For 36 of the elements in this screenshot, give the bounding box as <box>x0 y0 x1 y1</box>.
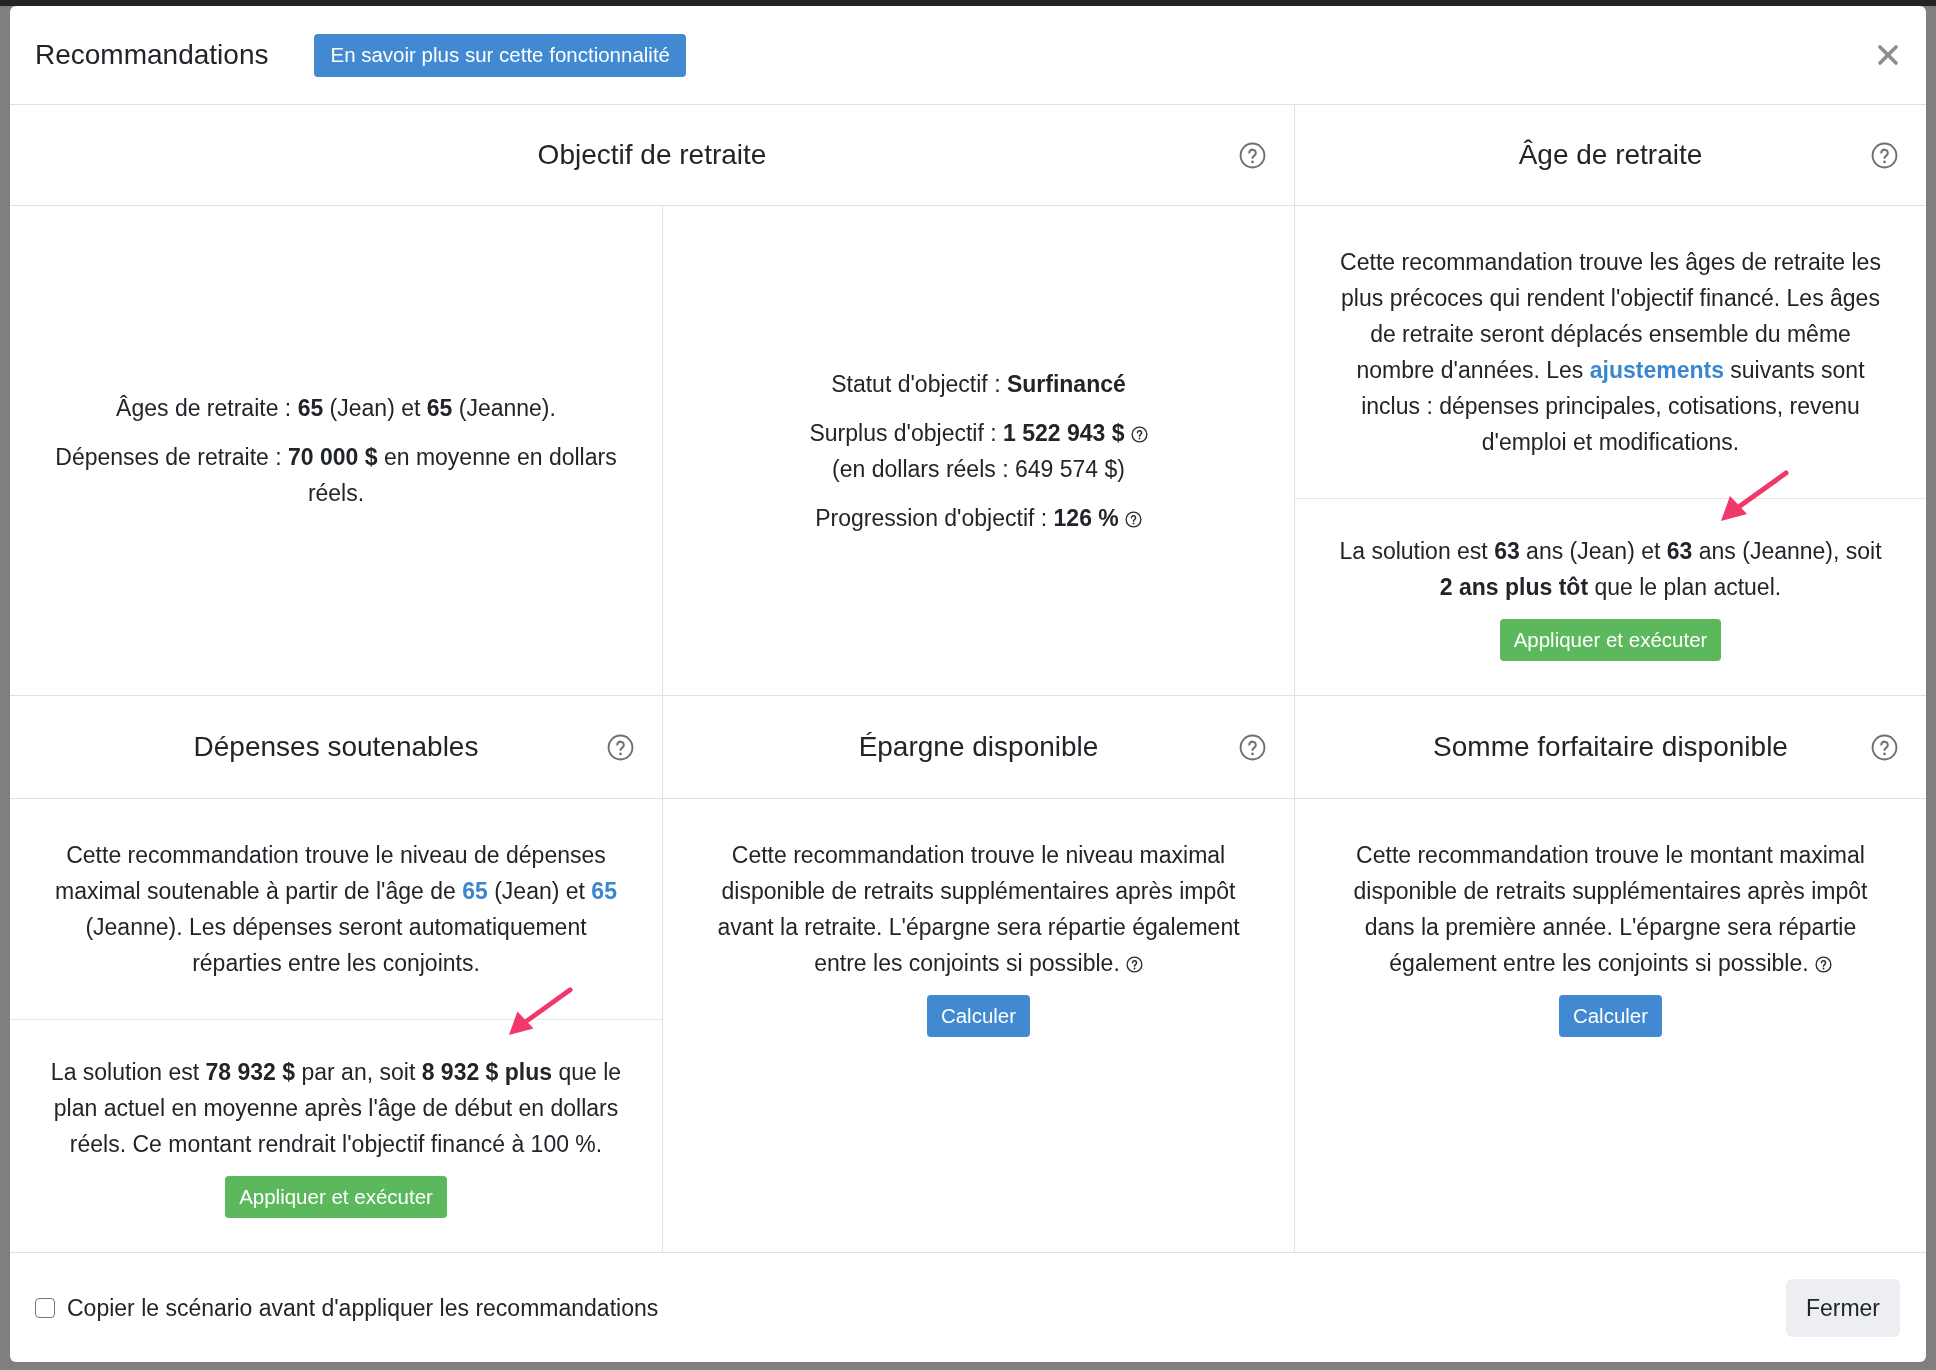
arrow-icon <box>508 986 574 1036</box>
apply-button[interactable]: Appliquer et exécuter <box>1499 619 1722 661</box>
section-title: Dépenses soutenables <box>193 730 479 764</box>
checkbox-label: Copier le scénario avant d'appliquer les recommandations <box>67 1293 659 1323</box>
solution-text: La solution est 78 932 $ par an, soit 8 932 $ plus que le plan actuel en moyenne après l'âge de début en dollars réels. Ce montant rendrait l'objectif financé à 100 %. <box>49 1058 623 1159</box>
adjustments-link[interactable]: ajustements <box>1589 357 1724 383</box>
summary-text: Dépenses de retraite : 70 000 $ en moyenne en dollars réels. <box>54 443 618 508</box>
dialog-title: Recommandations <box>35 38 269 72</box>
description-text: Cette recommandation trouve le niveau de dépenses maximal soutenable à partir de l'âge de 65 (Jean) et 65 (Jeanne). Les dépenses seront automatiquement réparties entre les conjoints. <box>54 841 618 978</box>
age-link[interactable]: 65 <box>591 878 617 904</box>
surplus-text: Surplus d'objectif : 1 522 943 $ <box>809 419 1125 446</box>
description-text: Cette recommandation trouve le montant maximal disponible de retraits supplémentaires après impôt dans la première année. L'épargne sera répartie également entre les conjoints si possible. <box>1352 841 1869 978</box>
apply-button[interactable]: Appliquer et exécuter <box>225 1176 447 1218</box>
section-title: Somme forfaitaire disponible <box>1433 730 1788 764</box>
progress-text: Progression d'objectif : 126 % <box>815 504 1119 531</box>
learn-more-button[interactable]: En savoir plus sur cette fonctionnalité <box>314 33 687 77</box>
calculate-button[interactable]: Calculer <box>1558 995 1663 1037</box>
close-button[interactable]: Fermer <box>1785 1278 1900 1337</box>
summary-text: Âges de retraite : 65 (Jean) et 65 (Jeanne). <box>116 394 556 423</box>
description-text: Cette recommandation trouve le niveau maximal disponible de retraits supplémentaires après impôt avant la retraite. L'épargne sera répartie également entre les conjoints si possible. <box>716 841 1241 978</box>
arrow-icon <box>1720 469 1790 522</box>
copy-checkbox[interactable] <box>35 1297 55 1318</box>
section-title: Objectif de retraite <box>537 138 767 172</box>
description-text: Cette recommandation trouve les âges de retraite les plus précoces qui rendent l'objectif financé. Les âges de retraite seront déplacés ensemble du même nombre d'années. Les ajustements suivants sont inclus : dépenses principales, cotisations, revenu d'emploi et modifications. <box>1339 248 1882 457</box>
calculate-button[interactable]: Calculer <box>926 995 1031 1037</box>
real-dollars-text: (en dollars réels : 649 574 $) <box>832 455 1125 482</box>
section-title: Épargne disponible <box>858 730 1099 764</box>
help-icon[interactable] <box>1814 956 1832 973</box>
age-link[interactable]: 65 <box>462 878 488 904</box>
goal-status-text: Statut d'objectif : Surfinancé <box>831 369 1126 399</box>
close-icon[interactable] <box>1878 45 1898 65</box>
help-icon[interactable] <box>1124 510 1142 528</box>
help-icon[interactable] <box>1125 956 1143 973</box>
help-icon[interactable] <box>1130 425 1148 443</box>
section-title: Âge de retraite <box>1518 138 1703 172</box>
solution-text: La solution est 63 ans (Jean) et 63 ans (Jeanne), soit 2 ans plus tôt que le plan actuel. <box>1338 537 1883 602</box>
